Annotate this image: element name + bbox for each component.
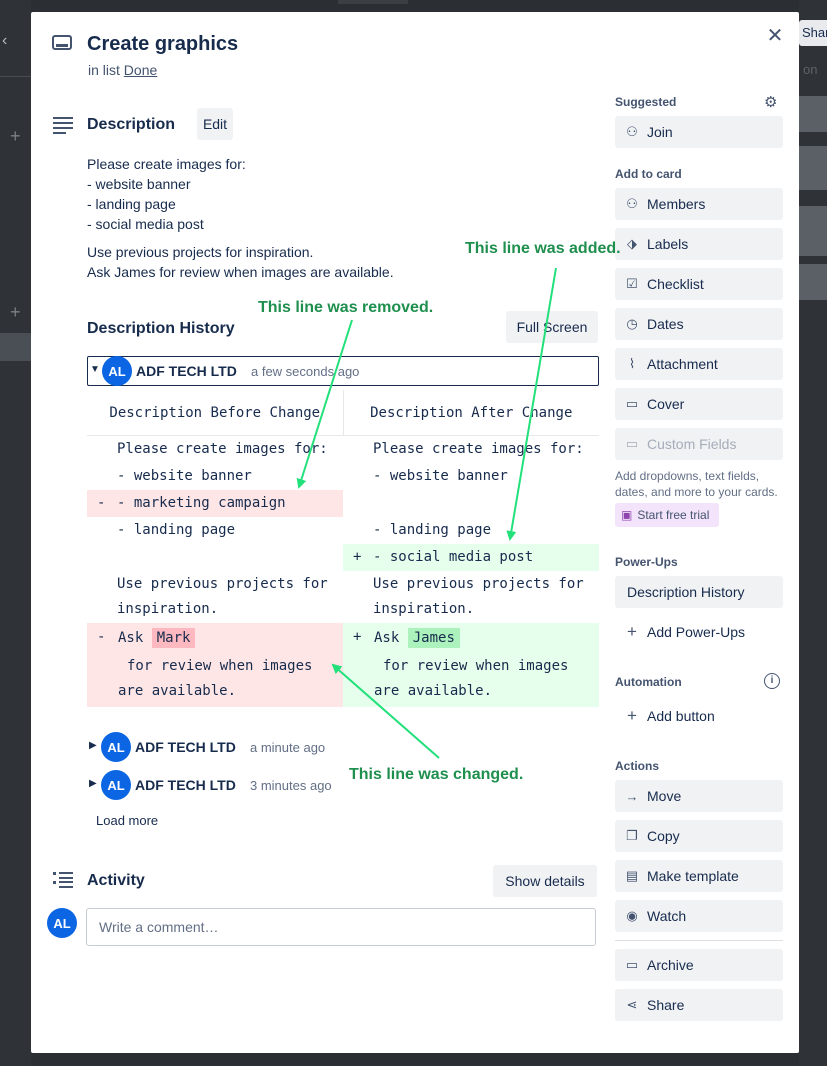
header-fragment bbox=[338, 0, 408, 4]
board-text-fragment: on bbox=[803, 62, 818, 77]
arrow-changed bbox=[331, 663, 440, 759]
plus-icon[interactable]: + bbox=[10, 302, 21, 323]
plus-icon[interactable]: + bbox=[10, 126, 21, 147]
board-card[interactable] bbox=[799, 206, 827, 256]
arrow-added bbox=[506, 267, 557, 541]
board-share-button[interactable]: Shar bbox=[799, 20, 827, 46]
board-card[interactable] bbox=[799, 96, 827, 132]
board-selected-item[interactable] bbox=[0, 333, 31, 361]
board-right-edge: Shar on bbox=[799, 0, 827, 1066]
card-detail-modal: Create graphics in list Done ✕ Descripti… bbox=[31, 12, 799, 1053]
board-left-edge: ‹ + + bbox=[0, 0, 31, 1066]
chevron-left-icon[interactable]: ‹ bbox=[2, 32, 7, 50]
board-card[interactable] bbox=[799, 146, 827, 190]
divider bbox=[0, 76, 31, 77]
arrow-removed bbox=[296, 319, 353, 489]
annotation-arrows bbox=[296, 267, 557, 759]
board-card[interactable] bbox=[799, 264, 827, 300]
